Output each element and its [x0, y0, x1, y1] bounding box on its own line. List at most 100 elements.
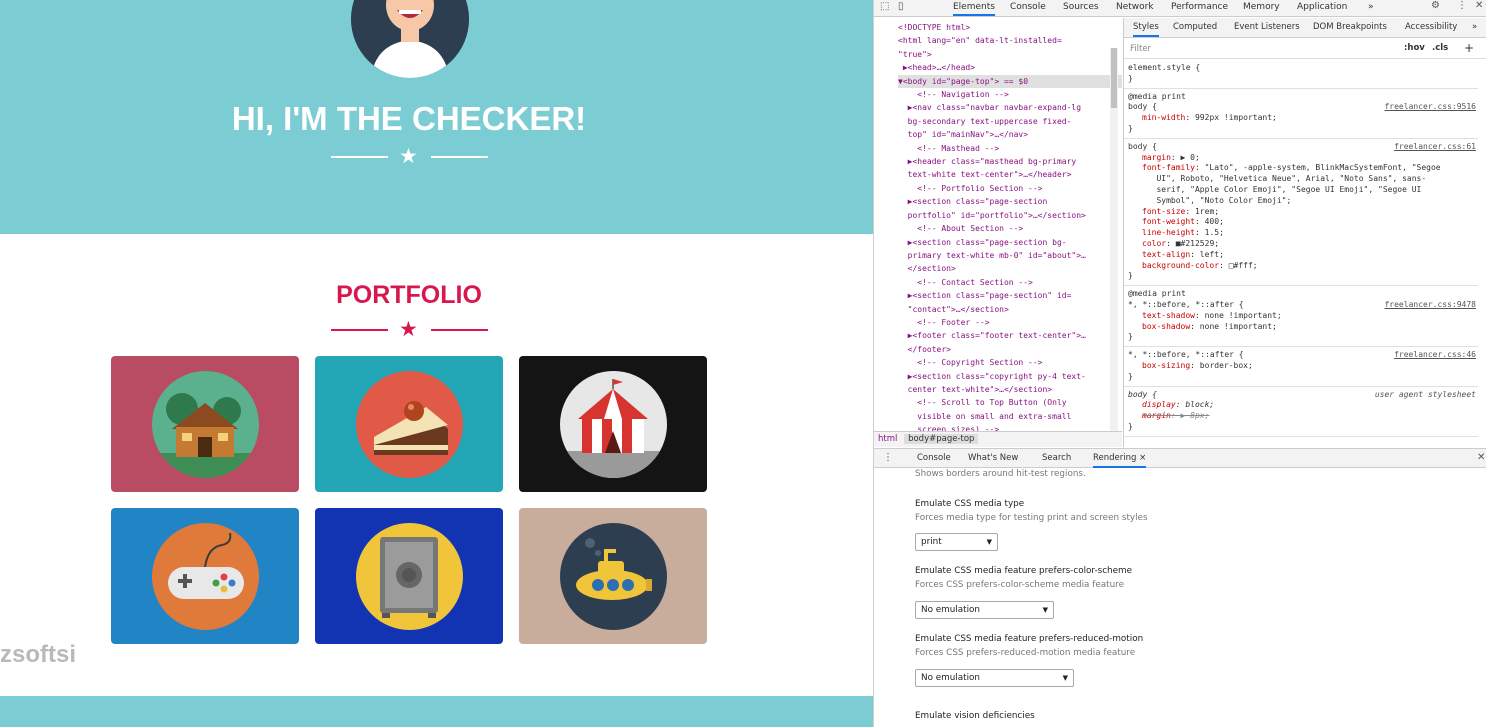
- css-declaration[interactable]: text-align: left;: [1128, 250, 1474, 261]
- drawer-tab-whats-new[interactable]: What's New: [968, 453, 1018, 463]
- dom-node-line[interactable]: <!-- Footer -->: [898, 316, 1122, 329]
- device-toolbar-icon[interactable]: ▯: [898, 1, 904, 12]
- dom-node-line[interactable]: ▶<section class="copyright py-4 text-: [898, 370, 1122, 383]
- dom-node-line[interactable]: ▶<footer class="footer text-center">…: [898, 329, 1122, 342]
- dom-node-line[interactable]: ▶<header class="masthead bg-primary: [898, 155, 1122, 168]
- styles-rules[interactable]: element.style {} @media print body {freela…: [1124, 60, 1478, 437]
- dom-node-line[interactable]: ▶<section class="page-section: [898, 195, 1122, 208]
- dom-node-line[interactable]: bg-secondary text-uppercase fixed-: [898, 115, 1122, 128]
- portfolio-item-cabin[interactable]: [111, 356, 299, 492]
- css-declaration[interactable]: box-sizing: border-box;: [1128, 361, 1474, 372]
- drawer-tab-console[interactable]: Console: [917, 453, 951, 463]
- inspect-element-icon[interactable]: ⬚: [880, 1, 889, 12]
- dom-node-line[interactable]: ▶<nav class="navbar navbar-expand-lg: [898, 101, 1122, 114]
- css-declaration[interactable]: font-weight: 400;: [1128, 217, 1474, 228]
- reduced-motion-select[interactable]: No emulation ▼: [915, 669, 1074, 687]
- dom-node-line[interactable]: top" id="mainNav">…</nav>: [898, 128, 1122, 141]
- drawer-menu-icon[interactable]: ⋮: [883, 452, 893, 463]
- css-declaration[interactable]: line-height: 1.5;: [1128, 228, 1474, 239]
- breadcrumb-item-html[interactable]: html: [874, 434, 901, 444]
- dom-node-line[interactable]: screen sizes) -->: [898, 423, 1122, 431]
- tab-performance[interactable]: Performance: [1171, 1, 1228, 16]
- portfolio-item-safe[interactable]: [315, 508, 503, 644]
- new-rule-button[interactable]: +: [1464, 41, 1474, 55]
- portfolio-item-submarine[interactable]: [519, 508, 707, 644]
- dom-node-line[interactable]: <!-- Masthead -->: [898, 142, 1122, 155]
- dom-node-line[interactable]: visible on small and extra-small: [898, 410, 1122, 423]
- drawer-close-icon[interactable]: ✕: [1477, 452, 1485, 463]
- css-declaration[interactable]: background-color: □#fff;: [1128, 261, 1474, 272]
- dom-node-line[interactable]: text-white text-center">…</header>: [898, 168, 1122, 181]
- css-declaration[interactable]: margin: ▶ 8px;: [1128, 411, 1474, 422]
- tab-application[interactable]: Application: [1297, 1, 1347, 16]
- css-declaration[interactable]: UI", Roboto, "Helvetica Neue", Arial, "N…: [1128, 174, 1474, 185]
- dom-node-line[interactable]: portfolio" id="portfolio">…</section>: [898, 209, 1122, 222]
- styles-more-tabs-button[interactable]: »: [1472, 22, 1477, 32]
- dom-node-line[interactable]: ▶<head>…</head>: [898, 61, 1122, 74]
- css-declaration[interactable]: box-shadow: none !important;: [1128, 322, 1474, 333]
- tab-console[interactable]: Console: [1010, 1, 1046, 16]
- media-type-select[interactable]: print ▼: [915, 533, 998, 551]
- drawer-tab-rendering[interactable]: Rendering ×: [1093, 453, 1147, 468]
- tab-sources[interactable]: Sources: [1063, 1, 1099, 16]
- elements-tree[interactable]: <!DOCTYPE html> <html lang="en" data-lt-i…: [874, 18, 1122, 431]
- css-source-link[interactable]: freelancer.css:61: [1394, 142, 1476, 153]
- tab-network[interactable]: Network: [1116, 1, 1154, 16]
- css-declaration[interactable]: display: block;: [1128, 400, 1474, 411]
- css-declaration[interactable]: font-size: 1rem;: [1128, 207, 1474, 218]
- dom-node-line[interactable]: <!-- Portfolio Section -->: [898, 182, 1122, 195]
- cls-toggle[interactable]: .cls: [1432, 43, 1448, 53]
- tab-accessibility[interactable]: Accessibility: [1405, 22, 1457, 32]
- css-rule[interactable]: @media print body {freelancer.css:9516 min…: [1124, 89, 1478, 139]
- tab-dom-breakpoints[interactable]: DOM Breakpoints: [1313, 22, 1387, 32]
- dom-node-line[interactable]: <html lang="en" data-lt-installed=: [898, 34, 1122, 47]
- dom-node-line[interactable]: <!-- About Section -->: [898, 222, 1122, 235]
- css-declaration[interactable]: min-width: 992px !important;: [1128, 113, 1474, 124]
- styles-filter-input[interactable]: Filter: [1130, 44, 1151, 54]
- css-declaration[interactable]: color: ■#212529;: [1128, 239, 1474, 250]
- css-declaration[interactable]: font-family: "Lato", -apple-system, Blin…: [1128, 163, 1474, 174]
- hov-toggle[interactable]: :hov: [1404, 43, 1425, 53]
- css-source-link[interactable]: freelancer.css:9478: [1384, 300, 1476, 311]
- tab-styles[interactable]: Styles: [1133, 22, 1159, 37]
- tab-computed[interactable]: Computed: [1173, 22, 1217, 32]
- drawer-tab-search[interactable]: Search: [1042, 453, 1071, 463]
- dom-node-line[interactable]: ▶<section class="page-section" id=: [898, 289, 1122, 302]
- dom-node-line[interactable]: "true">: [898, 48, 1122, 61]
- css-source-link[interactable]: freelancer.css:46: [1394, 350, 1476, 361]
- dom-node-line[interactable]: <!-- Copyright Section -->: [898, 356, 1122, 369]
- dom-node-line[interactable]: primary text-white mb-0" id="about">…: [898, 249, 1122, 262]
- css-declaration[interactable]: text-shadow: none !important;: [1128, 311, 1474, 322]
- dom-node-line[interactable]: <!-- Contact Section -->: [898, 276, 1122, 289]
- settings-gear-icon[interactable]: ⚙: [1431, 0, 1440, 11]
- dom-node-line[interactable]: </section>: [898, 262, 1122, 275]
- dom-node-line[interactable]: center text-white">…</section>: [898, 383, 1122, 396]
- css-rule[interactable]: body {user agent stylesheet display: bloc…: [1124, 387, 1478, 437]
- css-rule[interactable]: body {freelancer.css:61 margin: ▶ 0; font-…: [1124, 139, 1478, 287]
- css-selector[interactable]: element.style {: [1128, 63, 1474, 74]
- dom-node-line[interactable]: </footer>: [898, 343, 1122, 356]
- tab-elements[interactable]: Elements: [953, 1, 995, 16]
- dom-node-line[interactable]: <!DOCTYPE html>: [898, 21, 1122, 34]
- elements-scrollbar[interactable]: [1110, 48, 1118, 431]
- css-source-link[interactable]: freelancer.css:9516: [1384, 102, 1476, 113]
- portfolio-item-game[interactable]: [111, 508, 299, 644]
- breadcrumb-item-body[interactable]: body#page-top: [904, 434, 979, 444]
- dom-node-line[interactable]: ▶<section class="page-section bg-: [898, 236, 1122, 249]
- dom-node-line[interactable]: <!-- Scroll to Top Button (Only: [898, 396, 1122, 409]
- portfolio-item-circus[interactable]: [519, 356, 707, 492]
- tab-event-listeners[interactable]: Event Listeners: [1234, 22, 1300, 32]
- css-rule[interactable]: @media print *, *::before, *::after {free…: [1124, 286, 1478, 348]
- close-icon[interactable]: ✕: [1475, 0, 1483, 11]
- portfolio-item-cake[interactable]: [315, 356, 503, 492]
- more-tabs-button[interactable]: »: [1368, 1, 1374, 16]
- css-rule[interactable]: *, *::before, *::after {freelancer.css:4…: [1124, 347, 1478, 387]
- dom-node-line[interactable]: ▼<body id="page-top"> == $0: [898, 74, 1122, 89]
- kebab-menu-icon[interactable]: ⋮: [1457, 0, 1467, 11]
- css-rule[interactable]: element.style {}: [1124, 60, 1478, 89]
- color-scheme-select[interactable]: No emulation ▼: [915, 601, 1054, 619]
- css-declaration[interactable]: Symbol", "Noto Color Emoji";: [1128, 196, 1474, 207]
- tab-memory[interactable]: Memory: [1243, 1, 1280, 16]
- dom-node-line[interactable]: <!-- Navigation -->: [898, 88, 1122, 101]
- css-declaration[interactable]: serif, "Apple Color Emoji", "Segoe UI Em…: [1128, 185, 1474, 196]
